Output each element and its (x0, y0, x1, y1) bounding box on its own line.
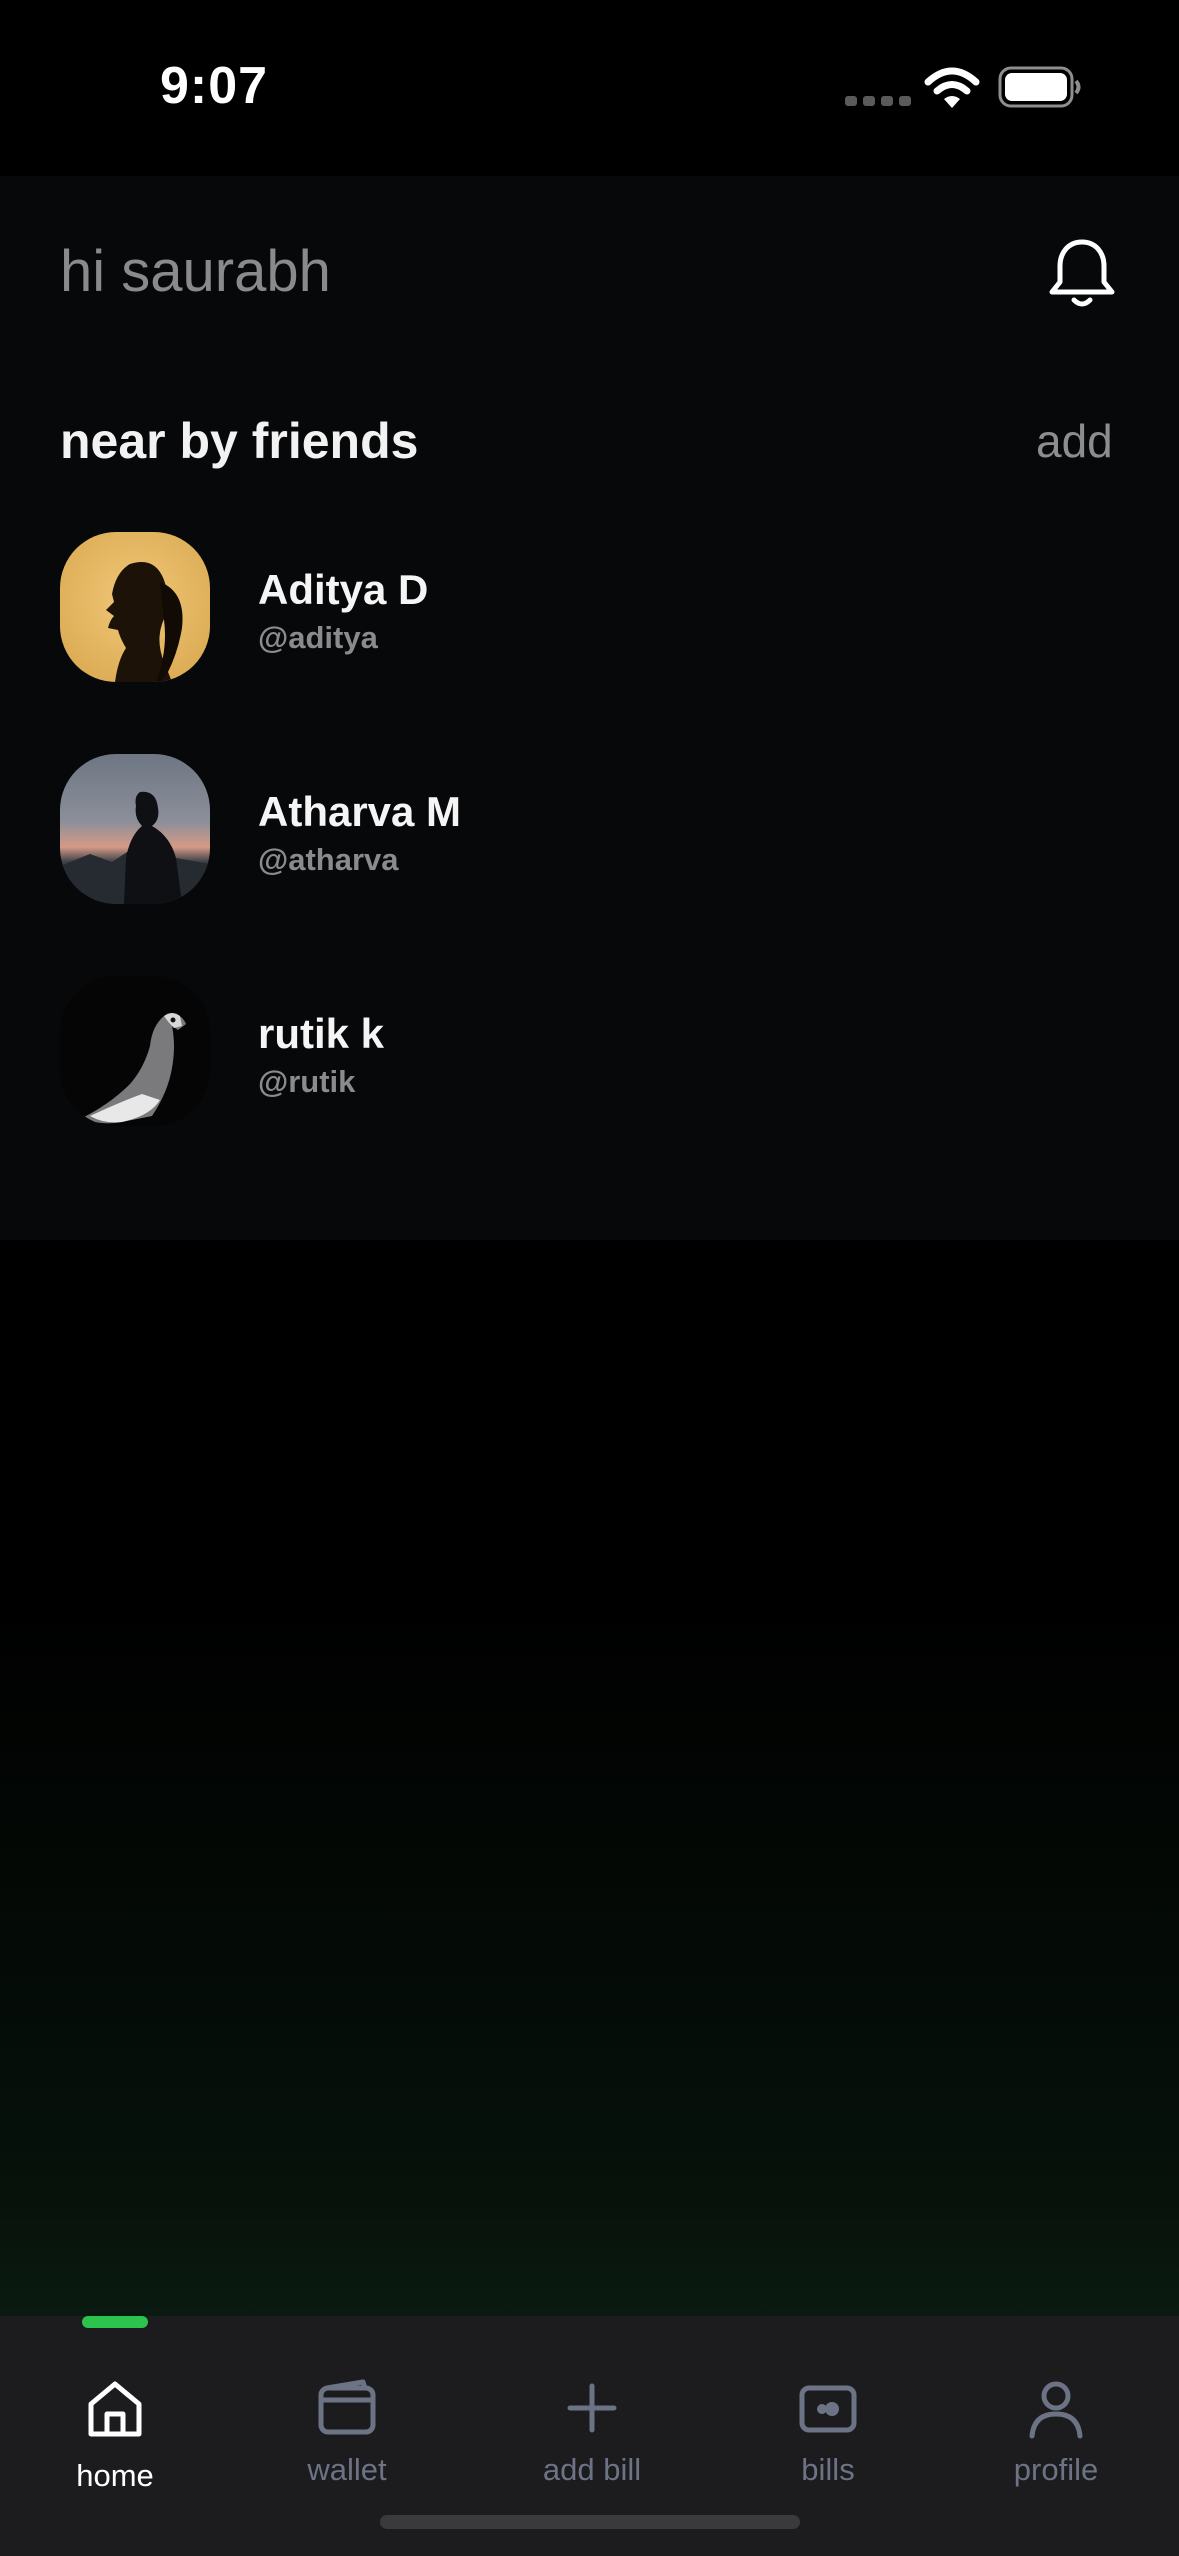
tab-label: profile (1013, 2452, 1099, 2487)
bill-icon (799, 2385, 857, 2433)
friend-handle: @rutik (258, 1064, 356, 1099)
friend-item-atharva[interactable]: Atharva M @atharva (60, 754, 1120, 906)
home-card: hi saurabh near by friends add Aditya D … (0, 176, 1179, 1240)
avatar (60, 976, 210, 1126)
plus-icon (567, 2383, 617, 2433)
friend-item-aditya[interactable]: Aditya D @aditya (60, 532, 1120, 684)
friend-handle: @aditya (258, 620, 378, 655)
home-icon (88, 2381, 142, 2437)
tab-profile[interactable]: profile (956, 2376, 1156, 2526)
avatar (60, 754, 210, 904)
bell-icon[interactable] (1046, 236, 1118, 312)
battery-icon (998, 66, 1081, 108)
add-friend-button[interactable]: add (1036, 414, 1113, 468)
user-icon (1029, 2381, 1083, 2439)
greeting-text: hi saurabh (60, 239, 331, 304)
tab-label: bills (801, 2452, 855, 2487)
active-tab-indicator (82, 2316, 148, 2328)
friend-name: Aditya D (258, 566, 429, 613)
status-bar: 9:07 (0, 0, 1179, 176)
tab-label: add bill (542, 2452, 642, 2487)
wallet-icon (318, 2379, 376, 2435)
cellular-signal-icon (845, 96, 911, 106)
status-time: 9:07 (160, 57, 269, 115)
wifi-icon (924, 67, 980, 108)
tab-label: wallet (307, 2452, 387, 2487)
tab-bills[interactable]: bills (728, 2376, 928, 2526)
friend-item-rutik[interactable]: rutik k @rutik (60, 976, 1120, 1128)
app-screen: 9:07 hi saurabh near by friends add Adit… (0, 0, 1179, 2556)
friend-name: Atharva M (258, 788, 462, 835)
tab-wallet[interactable]: wallet (247, 2376, 447, 2526)
friend-handle: @atharva (258, 842, 399, 877)
tab-add-bill[interactable]: add bill (492, 2376, 692, 2526)
home-indicator[interactable] (380, 2515, 800, 2529)
avatar (60, 532, 210, 682)
nearby-friends-title: near by friends (60, 413, 419, 469)
tab-home[interactable]: home (15, 2376, 215, 2526)
friend-name: rutik k (258, 1010, 385, 1057)
tab-label: home (76, 2458, 154, 2493)
